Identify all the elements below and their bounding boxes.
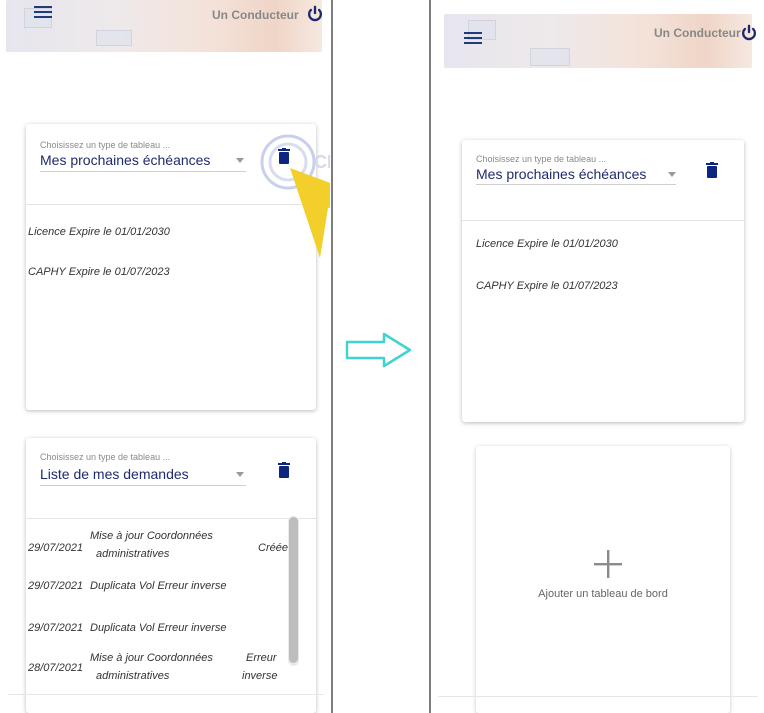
widget-header: Choisissez un type de tableau ... Mes pr…	[462, 140, 744, 221]
divider	[8, 694, 324, 695]
add-dashboard-card[interactable]: Ajouter un tableau de bord	[476, 446, 730, 713]
table-type-select[interactable]: Mes prochaines échéances	[476, 166, 646, 182]
arrow-right-icon	[345, 332, 412, 368]
request-status: Erreur	[246, 652, 277, 664]
add-dashboard-label: Ajouter un tableau de bord	[538, 588, 668, 600]
request-date: 29/07/2021	[28, 542, 84, 554]
trash-icon[interactable]	[706, 162, 718, 178]
table-type-select[interactable]: Mes prochaines échéances	[40, 152, 210, 168]
select-label: Choisissez un type de tableau ...	[40, 140, 171, 150]
user-name: Un Conducteur	[212, 8, 299, 22]
table-type-select[interactable]: Liste de mes demandes	[40, 466, 189, 482]
dashboard-widget-deadlines: Choisissez un type de tableau ... Mes pr…	[462, 140, 744, 422]
request-title: Duplicata Vol Erreur inverse	[90, 580, 227, 592]
request-title: Mise à jour Coordonnées	[90, 652, 213, 664]
list-item: CAPHY Expire le 01/07/2023	[28, 266, 170, 278]
request-title-cont: administratives	[96, 548, 170, 560]
scrollbar[interactable]	[288, 516, 299, 666]
right-screen: Un Conducteur Choisissez un type de tabl…	[432, 0, 764, 713]
request-title: Mise à jour Coordonnées	[90, 530, 213, 542]
menu-icon[interactable]	[34, 6, 52, 20]
menu-icon[interactable]	[464, 32, 482, 46]
envelope-decoration	[96, 30, 132, 46]
select-label: Choisissez un type de tableau ...	[40, 452, 171, 462]
request-date: 29/07/2021	[28, 622, 84, 634]
panel-divider	[331, 0, 333, 713]
widget-header: Choisissez un type de tableau ... Liste …	[26, 438, 316, 519]
power-icon[interactable]	[740, 24, 758, 42]
power-icon[interactable]	[306, 5, 324, 23]
select-label: Choisissez un type de tableau ...	[476, 154, 607, 164]
select-underline	[40, 171, 246, 172]
request-title-cont: administratives	[96, 670, 170, 682]
select-underline	[476, 184, 676, 185]
left-screen: Un Conducteur Choisissez un type de tabl…	[0, 0, 330, 713]
plus-icon	[594, 550, 622, 578]
request-date: 28/07/2021	[28, 662, 84, 674]
chevron-down-icon[interactable]	[236, 472, 244, 477]
request-status: inverse	[242, 670, 278, 682]
list-item: Licence Expire le 01/01/2030	[28, 226, 170, 238]
trash-icon[interactable]	[278, 462, 290, 478]
panel-divider	[429, 0, 431, 713]
envelope-decoration	[530, 48, 570, 66]
header-banner: Un Conducteur	[6, 0, 322, 52]
select-underline	[40, 485, 246, 486]
chevron-down-icon[interactable]	[668, 172, 676, 177]
divider	[438, 696, 758, 697]
chevron-down-icon[interactable]	[236, 158, 244, 163]
request-status: Créée	[258, 542, 288, 554]
header-banner: Un Conducteur	[444, 14, 756, 68]
user-name: Un Conducteur	[654, 26, 741, 40]
request-date: 29/07/2021	[28, 580, 84, 592]
request-title: Duplicata Vol Erreur inverse	[90, 622, 227, 634]
scrollbar-thumb[interactable]	[289, 517, 298, 663]
list-item: CAPHY Expire le 01/07/2023	[476, 280, 618, 292]
list-item: Licence Expire le 01/01/2030	[476, 238, 618, 250]
dashboard-widget-requests: Choisissez un type de tableau ... Liste …	[26, 438, 316, 713]
cursor-pointer-icon	[290, 168, 330, 258]
